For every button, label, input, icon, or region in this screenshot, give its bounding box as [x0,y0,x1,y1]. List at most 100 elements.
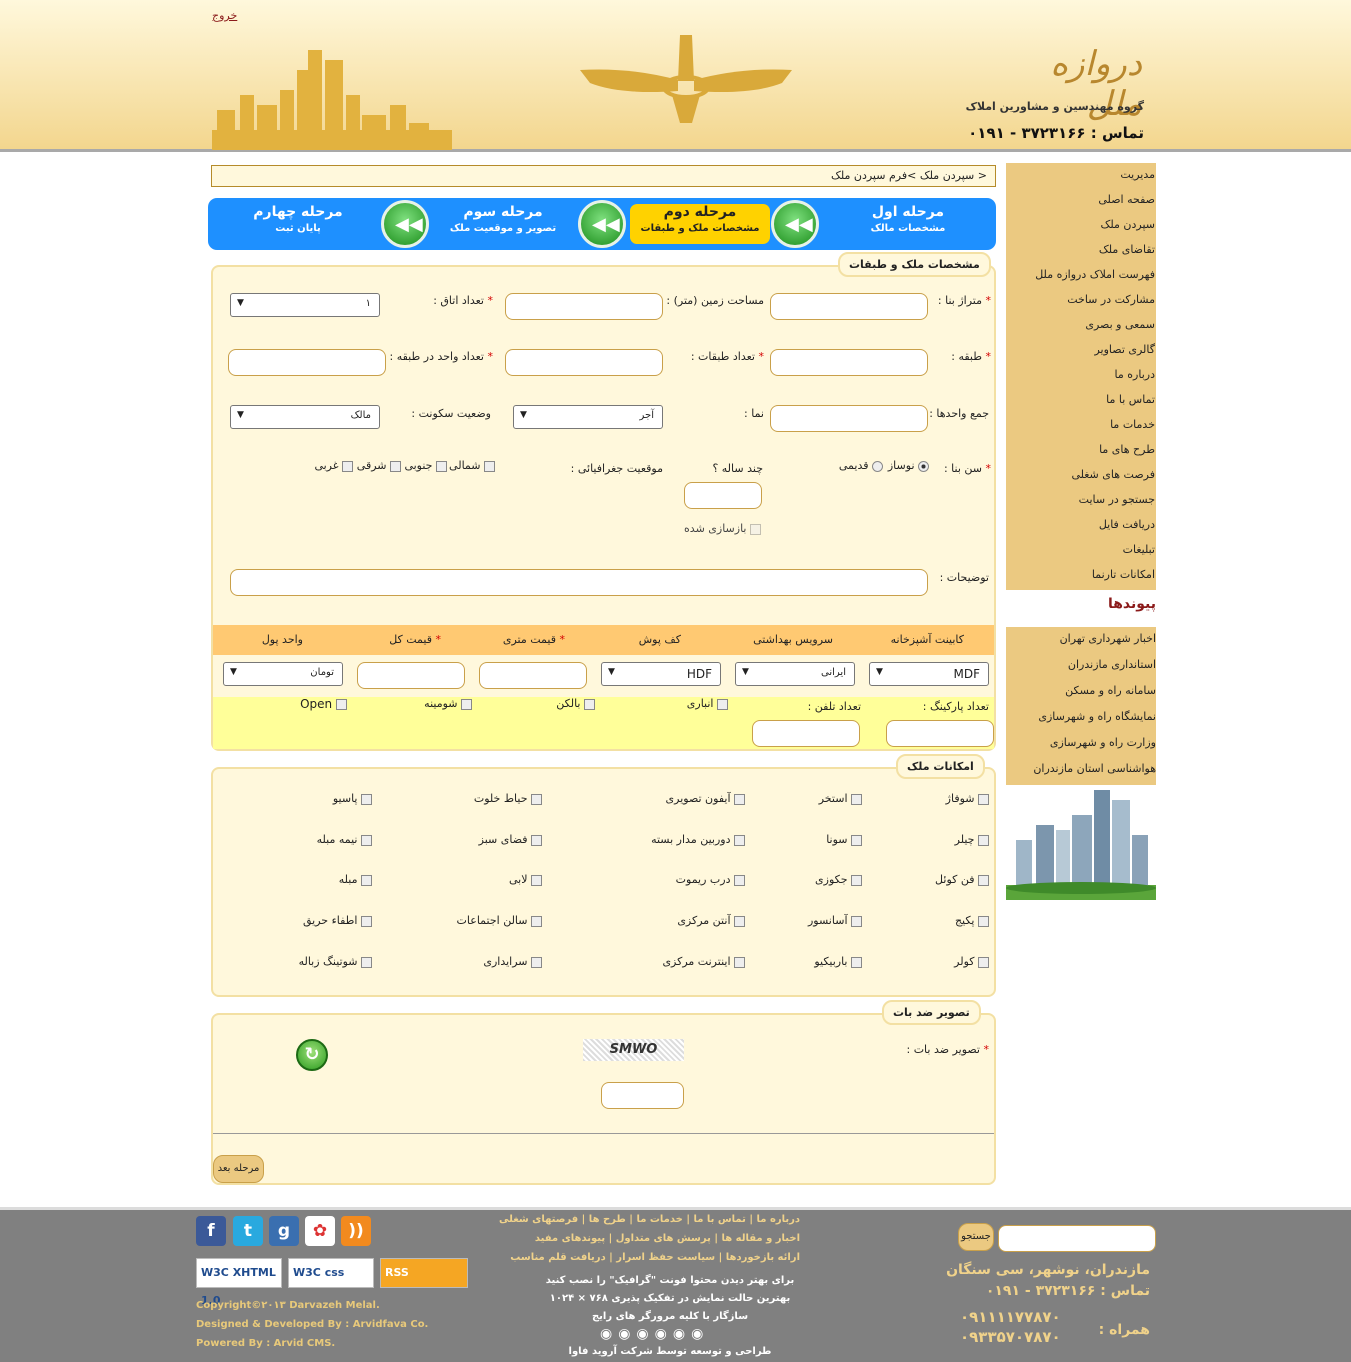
sidebar-item[interactable]: سپردن ملک [1101,218,1155,231]
amenity-checkbox[interactable]: نیمه مبله [317,833,372,846]
facebook-icon[interactable]: f [196,1216,226,1246]
checkbox-icon[interactable] [734,956,745,968]
link-item[interactable]: نمایشگاه راه و شهرسازی [1038,710,1156,723]
checkbox-icon[interactable] [531,874,542,886]
amenity-checkbox[interactable]: دوربین مدار بسته [651,833,745,846]
wc-select[interactable]: ایرانی ▼ [735,662,855,686]
next-step-button[interactable]: مرحله بعد [213,1155,264,1183]
amenity-checkbox[interactable]: فن کوئل [935,873,989,886]
checkbox-icon[interactable] [531,834,542,846]
google-icon[interactable]: g [269,1216,299,1246]
checkbox-icon[interactable] [361,834,372,846]
checkbox-icon[interactable] [361,956,372,968]
amenity-checkbox[interactable]: مبله [339,873,372,886]
amenity-checkbox[interactable]: سرایداری [483,955,542,968]
floor-input[interactable] [770,349,928,376]
amenity-checkbox[interactable]: کولر [954,955,989,968]
footer-links-row[interactable]: درباره ما | تماس با ما | خدمات ما | طرح … [499,1214,800,1225]
link-item[interactable]: استانداری مازندران [1068,658,1156,671]
checkbox-icon[interactable] [734,834,745,846]
rooms-select[interactable]: ۱ ▼ [230,293,380,317]
link-item[interactable]: سامانه راه و مسکن [1065,684,1156,697]
description-input[interactable] [230,569,928,596]
w3c-xhtml-badge[interactable]: W3C XHTML 1.0 [196,1258,282,1307]
checkbox-icon[interactable] [978,874,989,886]
sidebar-item[interactable]: صفحه اصلی [1098,193,1155,206]
amenity-checkbox[interactable]: شوتینگ زباله [299,955,372,968]
checkbox-icon[interactable] [361,793,372,805]
west-checkbox[interactable]: غربی [314,459,353,472]
sidebar-item[interactable]: فرصت های شغلی [1071,468,1155,481]
chimney-checkbox[interactable]: شومینه [424,697,472,710]
floors-count-input[interactable] [505,349,663,376]
sidebar-item[interactable]: طرح های ما [1099,443,1155,456]
amenity-checkbox[interactable]: سونا [826,833,862,846]
checkbox-icon[interactable] [978,956,989,968]
land-area-input[interactable] [505,293,663,320]
picasa-icon[interactable]: ✿ [305,1216,335,1246]
search-input[interactable] [998,1225,1156,1252]
sidebar-item[interactable]: سمعی و بصری [1085,318,1155,331]
checkbox-icon[interactable] [531,793,542,805]
amenity-checkbox[interactable]: فضای سبز [479,833,542,846]
sidebar-item[interactable]: تقاضای ملک [1099,243,1155,256]
amenity-checkbox[interactable]: سالن اجتماعات [457,914,542,927]
sidebar-item[interactable]: مشارکت در ساخت [1067,293,1155,306]
storage-checkbox[interactable]: انباری [687,697,728,710]
footer-links-row[interactable]: اخبار و مقاله ها | پرسش های متداول | پیو… [535,1233,800,1244]
rss-valid-badge[interactable]: RSS [380,1258,468,1288]
checkbox-icon[interactable] [851,915,862,927]
area-input[interactable] [770,293,928,320]
step-4[interactable]: مرحله چهارم پایان ثبت [218,204,378,244]
amenity-checkbox[interactable]: شوفاژ [946,792,989,805]
amenity-checkbox[interactable]: اطفاء حریق [303,914,372,927]
amenity-checkbox[interactable]: پکیج [955,914,989,927]
sidebar-item[interactable]: گالری تصاویر [1094,343,1155,356]
cabinet-select[interactable]: MDF ▼ [869,662,989,686]
w3c-css-badge[interactable]: W3C css [288,1258,374,1288]
east-checkbox[interactable]: شرقی [357,459,401,472]
search-button[interactable]: جستجو [958,1223,994,1251]
sidebar-item[interactable]: دریافت فایل [1099,518,1155,531]
link-item[interactable]: اخبار شهرداری تهران [1060,632,1156,645]
north-checkbox[interactable]: شمالی [449,459,495,472]
phone-count-input[interactable] [752,720,860,747]
amenity-checkbox[interactable]: آیفون تصویری [666,792,745,805]
south-checkbox[interactable]: جنوبی [404,459,447,472]
amenity-checkbox[interactable]: استخر [819,792,862,805]
open-checkbox[interactable]: Open [300,697,347,711]
flooring-select[interactable]: HDF ▼ [601,662,721,686]
checkbox-icon[interactable] [851,834,862,846]
amenity-checkbox[interactable]: اینترنت مرکزی [662,955,745,968]
sidebar-item[interactable]: تبلیغات [1123,543,1155,556]
checkbox-icon[interactable] [851,793,862,805]
amenity-checkbox[interactable]: درب ریموت [676,873,745,886]
sidebar-item[interactable]: جستجو در سایت [1079,493,1155,506]
parking-input[interactable] [886,720,994,747]
sidebar-item[interactable]: درباره ما [1115,368,1155,381]
checkbox-icon[interactable] [734,793,745,805]
step-1[interactable]: مرحله اول مشخصات مالک [828,204,988,244]
link-item[interactable]: هواشناسی استان مازندران [1033,762,1156,775]
sidebar-item[interactable]: تماس با ما [1106,393,1155,406]
balcony-checkbox[interactable]: بالکن [556,697,595,710]
checkbox-icon[interactable] [978,834,989,846]
amenity-checkbox[interactable]: آسانسور [808,914,862,927]
checkbox-icon[interactable] [361,874,372,886]
checkbox-icon[interactable] [531,956,542,968]
total-units-input[interactable] [770,405,928,432]
exit-link[interactable]: خروج [212,9,237,22]
sidebar-item[interactable]: مدیریت [1120,168,1155,181]
rss-icon[interactable]: )) [341,1216,371,1246]
step-3[interactable]: مرحله سوم تصویر و موقعیت ملک [438,204,568,244]
old-radio[interactable]: قدیمی [839,459,883,472]
footer-links-row[interactable]: ارائه بازخوردها | سیاست حفظ اسرار | دریا… [510,1252,800,1263]
checkbox-icon[interactable] [978,793,989,805]
checkbox-icon[interactable] [978,915,989,927]
renovated-checkbox[interactable]: بازسازی شده [684,522,761,535]
twitter-icon[interactable]: t [233,1216,263,1246]
checkbox-icon[interactable] [734,915,745,927]
occupancy-select[interactable]: مالک ▼ [230,405,380,429]
amenity-checkbox[interactable]: آنتن مرکزی [677,914,745,927]
amenity-checkbox[interactable]: لابی [509,873,542,886]
